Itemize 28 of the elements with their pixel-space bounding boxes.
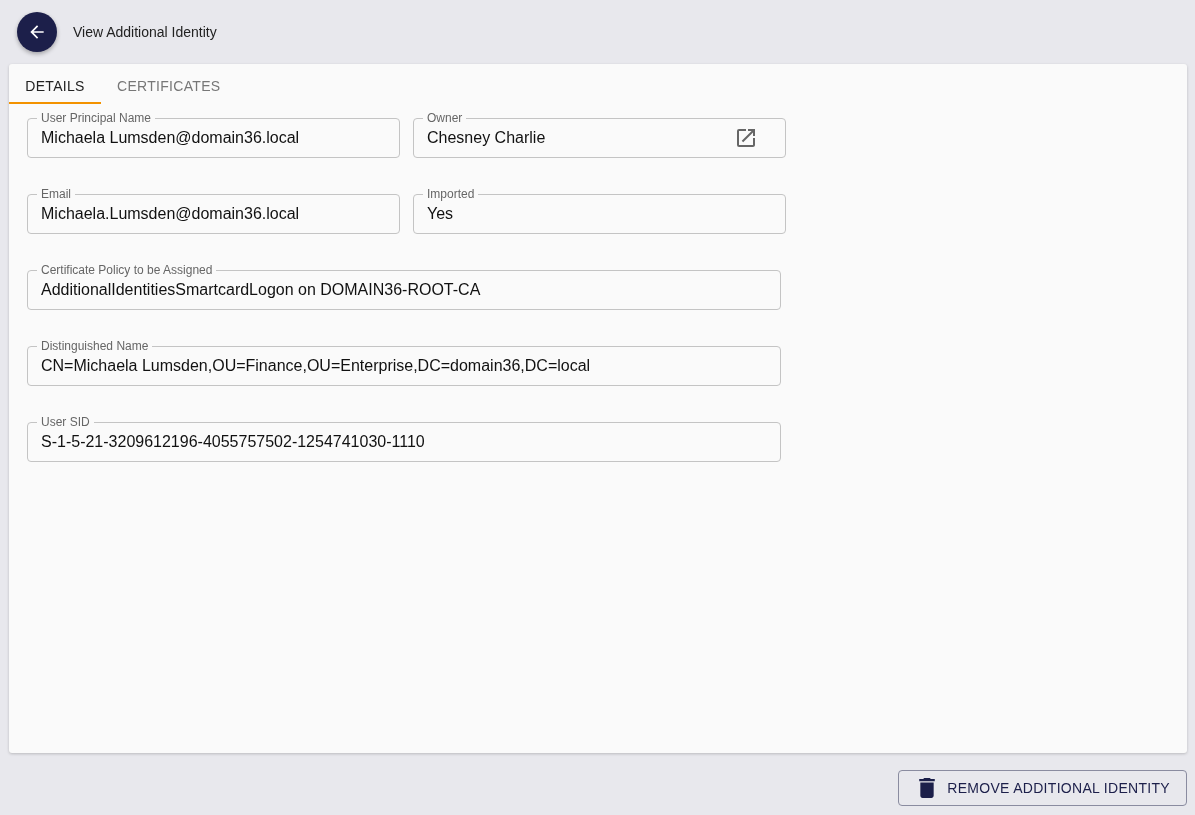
field-label: Email [40, 187, 72, 201]
field-value: AdditionalIdentitiesSmartcardLogon on DOMAIN36-ROOT-CA [41, 281, 481, 299]
field-value: Michaela Lumsden@domain36.local [41, 129, 300, 147]
trash-icon [919, 778, 936, 798]
text-field[interactable]: Imported Yes [413, 187, 786, 234]
back-button[interactable] [17, 12, 57, 52]
remove-button[interactable]: REMOVE ADDITIONAL IDENTITY [898, 770, 1187, 806]
tab[interactable]: DETAILS [9, 64, 101, 104]
field-label: Imported [426, 187, 476, 201]
field-value: Chesney Charlie [427, 129, 546, 147]
field-value: Yes [427, 205, 454, 223]
field-label: User Principal Name [40, 111, 153, 125]
field-label: Certificate Policy to be Assigned [40, 263, 214, 277]
field-label: Owner [426, 111, 464, 125]
text-field[interactable]: Email Michaela.Lumsden@domain36.local [27, 187, 400, 234]
text-field[interactable]: User SID S-1-5-21-3209612196-4055757502-1254741030-1110 [27, 415, 781, 462]
text-field[interactable]: Distinguished Name CN=Michaela Lumsden,OU=Finance,OU=Enterprise,DC=domain36,DC=local [27, 339, 781, 386]
field-value: S-1-5-21-3209612196-4055757502-1254741030-1110 [41, 433, 425, 451]
field-value: Michaela.Lumsden@domain36.local [41, 205, 300, 223]
text-field[interactable]: Certificate Policy to be Assigned AdditionalIdentitiesSmartcardLogon on DOMAIN36-ROOT-CA [27, 263, 781, 310]
open-external-icon[interactable] [734, 126, 758, 150]
field-label: Distinguished Name [40, 339, 150, 353]
text-field[interactable]: Owner Chesney Charlie [413, 111, 786, 158]
page-title: View Additional Identity [73, 24, 217, 40]
field-label: User SID [40, 415, 91, 429]
text-field[interactable]: User Principal Name Michaela Lumsden@domain36.local [27, 111, 400, 158]
field-value: CN=Michaela Lumsden,OU=Finance,OU=Enterprise,DC=domain36,DC=local [41, 357, 591, 375]
tab[interactable]: CERTIFICATES [101, 64, 237, 104]
